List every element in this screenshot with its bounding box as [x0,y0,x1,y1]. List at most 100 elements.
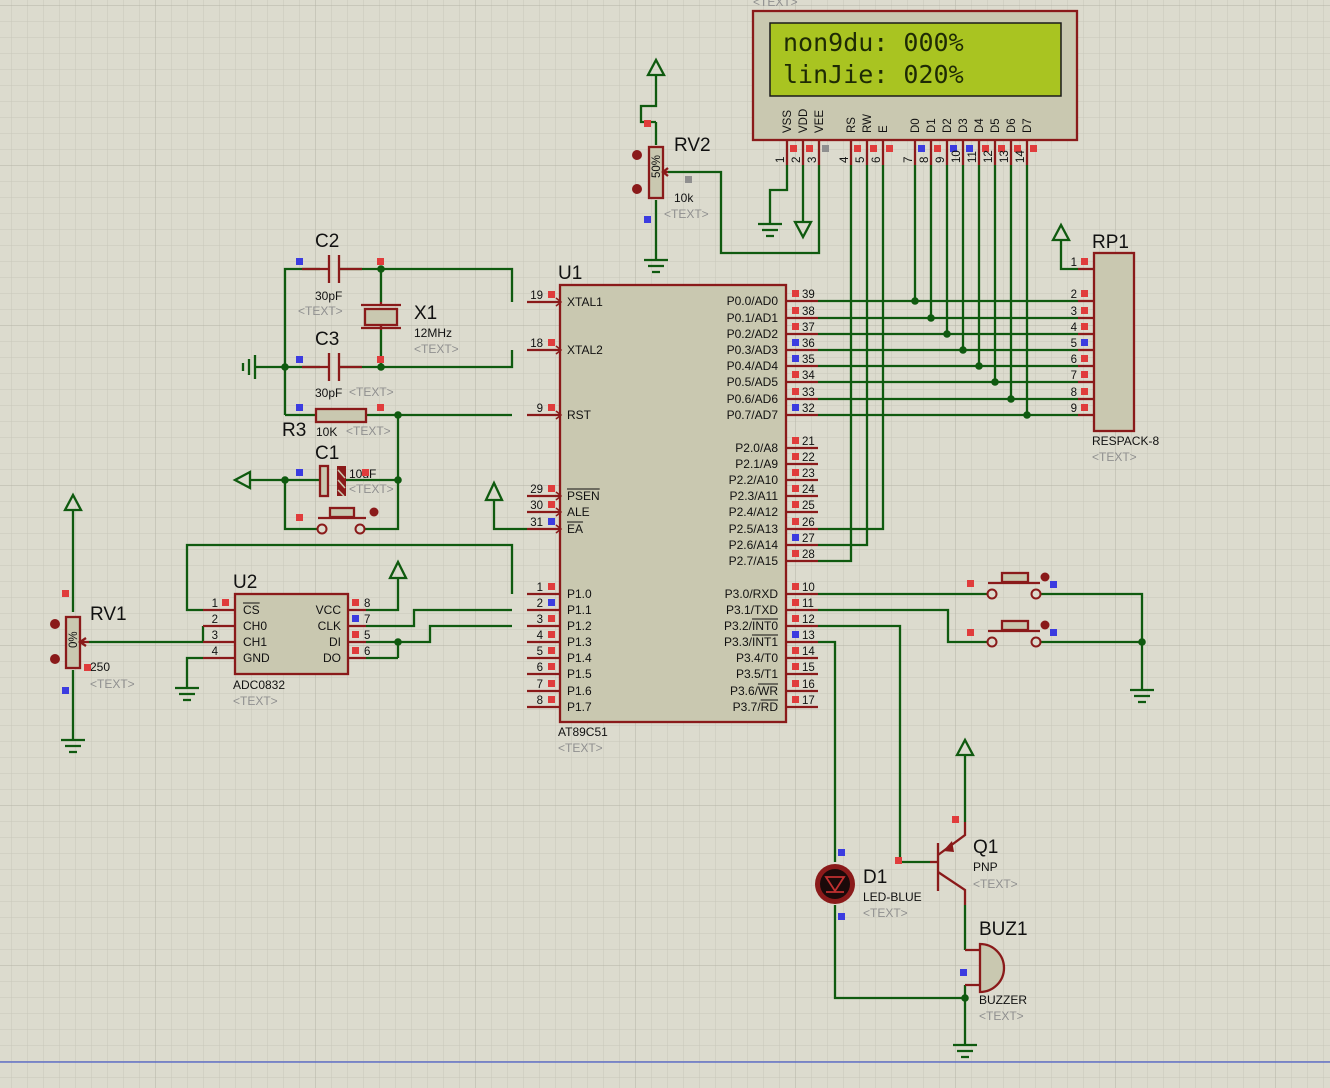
u1-microcontroller[interactable]: U1 AT89C51 <TEXT> 19 XTAL118 XTAL29 RST29 PS… [527,263,818,755]
u1-pin-name-27: P2.6/A14 [729,538,779,552]
u2-text-placeholder: <TEXT> [233,694,278,708]
lcd-pin-number-4: 4 [839,156,851,163]
rp1-pin-number-5: 5 [1071,338,1077,350]
u1-pin-marker [548,615,555,622]
lcd-pin-name-D2: D2 [942,118,954,133]
u1-pin-marker [792,518,799,525]
rp1-pin-number-9: 9 [1071,403,1077,415]
u1-pin-name-37: P0.2/AD2 [727,327,779,341]
u1-pin-name-3: P1.2 [567,619,592,633]
u1-pin-marker [548,631,555,638]
u1-pin-marker [548,696,555,703]
u1-pin-number-13: 13 [802,630,815,642]
u1-pin-number-16: 16 [802,679,815,691]
u1-pin-number-19: 19 [530,290,543,302]
u2-pin-name-CS: CS [243,603,260,617]
u2-pin-name-DI: DI [329,635,341,649]
u1-pin-name-29: PSEN [567,489,600,503]
u1-pin-number-37: 37 [802,322,815,334]
rv1-percent: 0% [68,631,80,648]
lcd-pin-name-D5: D5 [990,118,1002,133]
u1-pin-name-15: P3.5/T1 [736,667,778,681]
u1-pin-number-27: 27 [802,533,815,545]
rv2-ref: RV2 [674,135,711,156]
u2-pin-name-GND: GND [243,651,270,665]
u1-pin-name-26: P2.5/A13 [729,522,779,536]
u2-pin-name-VCC: VCC [316,603,342,617]
lcd-pin-marker [966,145,973,152]
u1-pin-name-28: P2.7/A15 [729,554,779,568]
u1-pin-marker [792,355,799,362]
u2-pin-number-8: 8 [364,598,370,610]
rp1-pin-marker [1081,355,1088,362]
rp1-pin-number-7: 7 [1071,370,1077,382]
c2-ref: C2 [315,231,339,252]
u2-pin-number-4: 4 [212,646,219,658]
u1-pin-marker [792,371,799,378]
lcd-pin-number-3: 3 [807,157,819,163]
u1-pin-number-22: 22 [802,452,815,464]
u1-pin-name-17: P3.7/RD [733,700,779,714]
u1-pin-name-24: P2.3/A11 [730,489,779,503]
c2-value: 30pF [315,289,342,303]
u1-pin-name-36: P0.3/AD3 [727,343,779,357]
u1-pin-marker [792,485,799,492]
u1-pin-marker [792,583,799,590]
u1-pin-marker [792,680,799,687]
u2-pin-marker [352,647,359,654]
u1-pin-marker [792,437,799,444]
schematic-canvas[interactable]: <TEXT> non9du: 000% linJie: 020% VSS 1 VDD… [0,0,1330,1088]
u1-pin-number-1: 1 [537,582,543,594]
lcd-pin-marker [870,145,877,152]
lcd-pin-name-VDD: VDD [798,109,810,133]
u1-pin-name-13: P3.3/INT1 [724,635,778,649]
lcd-pin-number-12: 12 [983,150,995,163]
lcd-pin-marker [934,145,941,152]
rp1-value: RESPACK-8 [1092,434,1159,448]
lcd-pin-number-14: 14 [1015,150,1027,163]
u1-pin-marker [792,663,799,670]
rp1-text-placeholder: <TEXT> [1092,450,1137,464]
lcd-pin-marker [886,145,893,152]
u1-value: AT89C51 [558,725,608,739]
u1-pin-name-39: P0.0/AD0 [727,294,779,308]
u1-pin-number-38: 38 [802,306,815,318]
x1-ref: X1 [414,303,437,324]
rp1-ref: RP1 [1092,232,1129,253]
u1-pin-marker [548,291,555,298]
u1-pin-name-21: P2.0/A8 [735,441,778,455]
rp1-pin-marker [1081,307,1088,314]
c1-text-placeholder: <TEXT> [349,482,394,496]
u2-pin-number-6: 6 [364,646,370,658]
c3-text-placeholder: <TEXT> [349,385,394,399]
rp1-pin-number-8: 8 [1071,387,1077,399]
c2-text-placeholder: <TEXT> [298,304,343,318]
d1-text-placeholder: <TEXT> [863,906,908,920]
u1-pin-marker [548,680,555,687]
u1-pin-name-5: P1.4 [567,651,592,665]
buz1-ref: BUZ1 [979,919,1028,940]
buz1-value: BUZZER [979,993,1027,1007]
u1-pin-number-10: 10 [802,582,815,594]
u1-pin-number-11: 11 [802,598,814,610]
u1-pin-marker [792,339,799,346]
u1-pin-marker [792,469,799,476]
lcd-pin-number-6: 6 [871,157,883,163]
u1-pin-name-34: P0.5/AD5 [727,375,779,389]
u1-pin-number-12: 12 [802,614,815,626]
u1-pin-name-14: P3.4/T0 [736,651,778,665]
u1-pin-number-6: 6 [537,662,543,674]
rp1-pin-marker [1081,323,1088,330]
r3-value: 10K [316,425,337,439]
u1-pin-number-15: 15 [802,662,815,674]
u1-pin-name-19: XTAL1 [567,295,603,309]
u1-pin-number-35: 35 [802,354,815,366]
u1-pin-name-8: P1.7 [567,700,592,714]
lcd-pin-marker [806,145,813,152]
u1-pin-name-10: P3.0/RXD [725,587,779,601]
lcd-pin-marker [854,145,861,152]
lcd-module[interactable]: <TEXT> non9du: 000% linJie: 020% VSS 1 VDD… [751,0,1079,165]
u1-pin-number-29: 29 [530,484,543,496]
u1-pin-marker [792,696,799,703]
u1-pin-marker [792,550,799,557]
